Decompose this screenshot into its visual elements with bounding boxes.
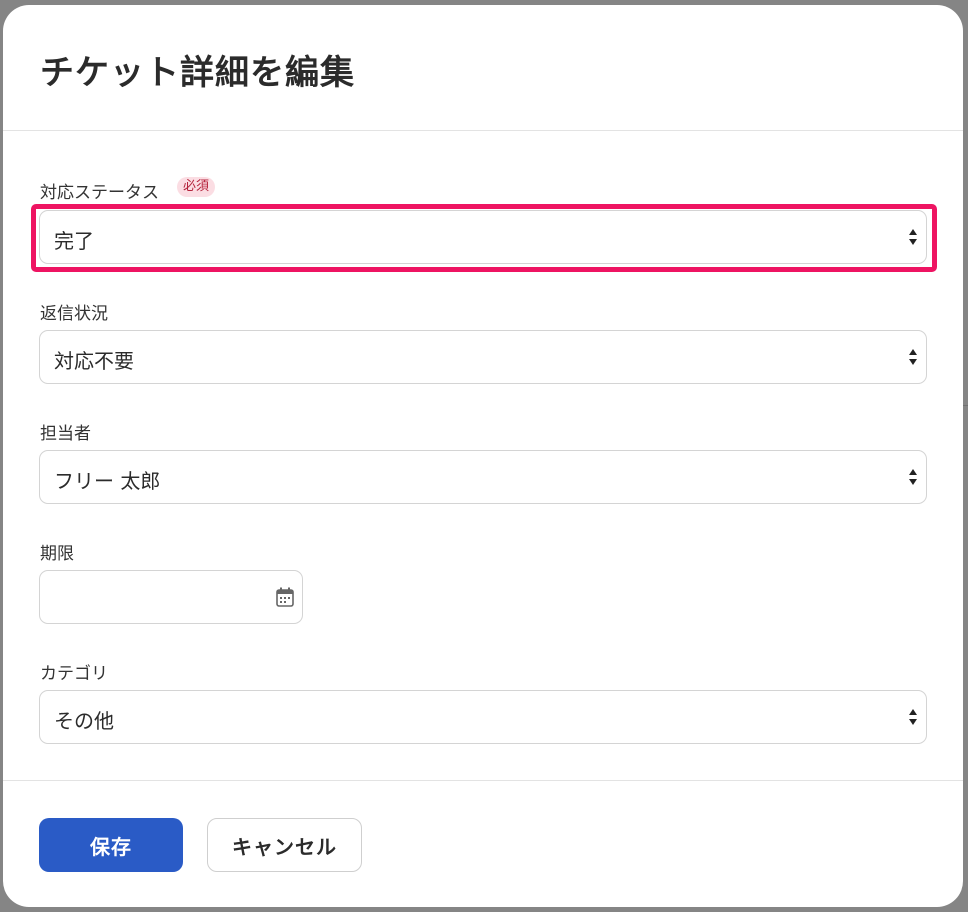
- reply-status-select[interactable]: 対応不要: [39, 330, 927, 384]
- calendar-icon[interactable]: [276, 587, 294, 607]
- status-select[interactable]: 完了: [39, 210, 927, 264]
- category-select[interactable]: その他: [39, 690, 927, 744]
- save-button[interactable]: 保存: [39, 818, 183, 872]
- cancel-button[interactable]: キャンセル: [207, 818, 362, 872]
- reply-status-select-value: 対応不要: [54, 349, 134, 373]
- reply-status-label: 返信状況: [40, 304, 108, 324]
- select-arrows-icon: [909, 467, 917, 487]
- due-date-label: 期限: [40, 544, 74, 564]
- category-label: カテゴリ: [40, 664, 108, 684]
- dialog-footer: 保存 キャンセル: [3, 780, 963, 907]
- required-badge: 必須: [177, 177, 216, 197]
- dialog-header: チケット詳細を編集: [3, 5, 963, 131]
- select-arrows-icon: [909, 227, 917, 247]
- due-date-input[interactable]: [39, 570, 303, 624]
- edit-ticket-dialog: チケット詳細を編集 対応ステータス 必須 完了 返信状況 対応不要 担当者 フリ…: [3, 5, 963, 907]
- status-label: 対応ステータス: [40, 183, 159, 203]
- select-arrows-icon: [909, 347, 917, 367]
- assignee-select[interactable]: フリー 太郎: [39, 450, 927, 504]
- dialog-title: チケット詳細を編集: [40, 53, 355, 93]
- assignee-label: 担当者: [40, 424, 91, 444]
- assignee-select-value: フリー 太郎: [54, 469, 161, 493]
- select-arrows-icon: [909, 707, 917, 727]
- status-select-value: 完了: [54, 229, 94, 253]
- category-select-value: その他: [54, 709, 114, 733]
